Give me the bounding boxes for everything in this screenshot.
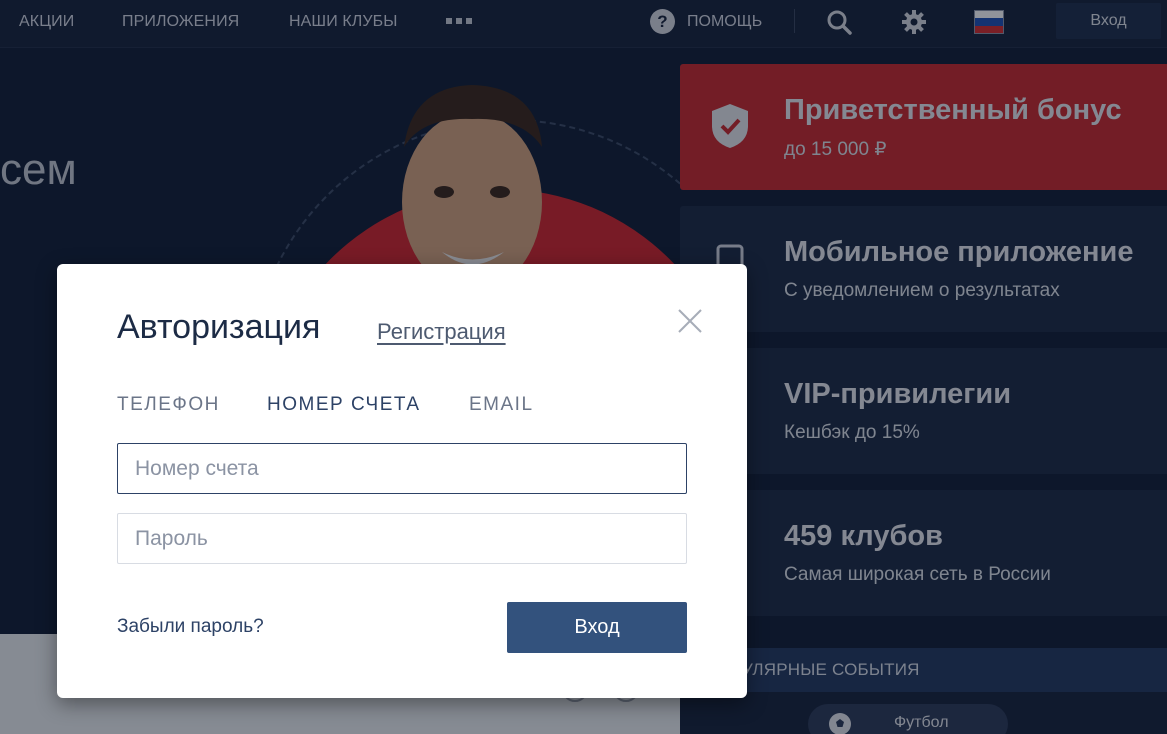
login-modal: Авторизация Регистрация ТЕЛЕФОН НОМЕР СЧ… bbox=[57, 264, 747, 698]
account-number-input[interactable] bbox=[117, 443, 687, 494]
tab-account-number[interactable]: НОМЕР СЧЕТА bbox=[267, 394, 421, 416]
modal-title: Авторизация bbox=[117, 308, 321, 346]
tab-email[interactable]: EMAIL bbox=[469, 394, 534, 416]
close-icon[interactable] bbox=[677, 308, 703, 334]
password-input[interactable] bbox=[117, 513, 687, 564]
tab-phone[interactable]: ТЕЛЕФОН bbox=[117, 394, 220, 416]
submit-login-button[interactable]: Вход bbox=[507, 602, 687, 653]
register-link[interactable]: Регистрация bbox=[377, 319, 506, 345]
forgot-password-link[interactable]: Забыли пароль? bbox=[117, 616, 264, 638]
